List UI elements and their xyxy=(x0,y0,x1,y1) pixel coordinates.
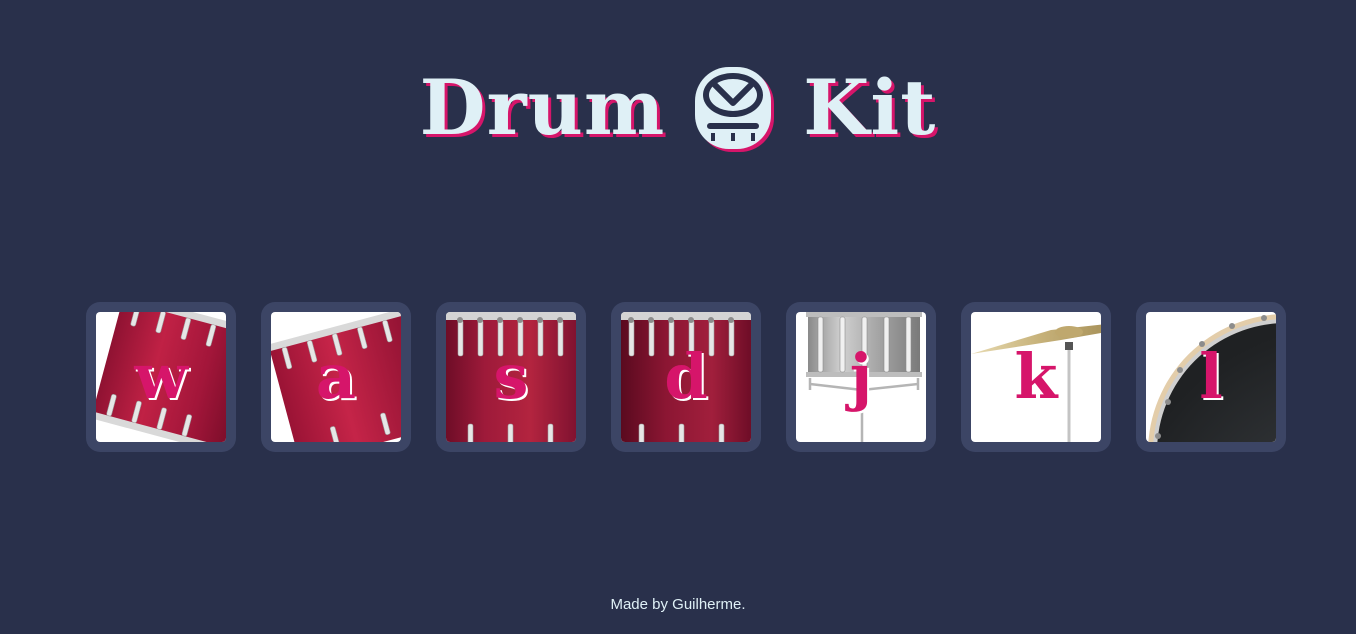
key-face: w xyxy=(96,312,226,442)
drum-key-a[interactable]: a xyxy=(261,302,411,452)
footer-credit: Made by Guilherme. xyxy=(610,596,746,613)
drum-kit-page: Drum Kit w a s d j k l Made by Guilherme… xyxy=(0,0,1356,634)
drum-key-l[interactable]: l xyxy=(1136,302,1286,452)
drum-key-j[interactable]: j xyxy=(786,302,936,452)
title-kit: Kit xyxy=(803,63,937,152)
key-face: k xyxy=(971,312,1101,442)
drum-icon xyxy=(695,67,775,152)
key-letter: a xyxy=(315,340,357,413)
key-letter: s xyxy=(493,340,529,413)
drum-key-d[interactable]: d xyxy=(611,302,761,452)
page-title: Drum Kit xyxy=(0,58,1356,158)
key-face: l xyxy=(1146,312,1276,442)
drum-key-w[interactable]: w xyxy=(86,302,236,452)
key-letter: k xyxy=(1014,340,1058,413)
key-face: j xyxy=(796,312,926,442)
key-letter: d xyxy=(664,340,708,413)
title-drum: Drum xyxy=(419,63,666,152)
key-letter: j xyxy=(849,340,873,413)
drum-key-s[interactable]: s xyxy=(436,302,586,452)
key-letter: l xyxy=(1199,340,1223,413)
key-face: s xyxy=(446,312,576,442)
drum-keys: w a s d j k l xyxy=(86,302,1286,452)
drum-key-k[interactable]: k xyxy=(961,302,1111,452)
key-face: d xyxy=(621,312,751,442)
key-face: a xyxy=(271,312,401,442)
key-letter: w xyxy=(134,340,188,413)
